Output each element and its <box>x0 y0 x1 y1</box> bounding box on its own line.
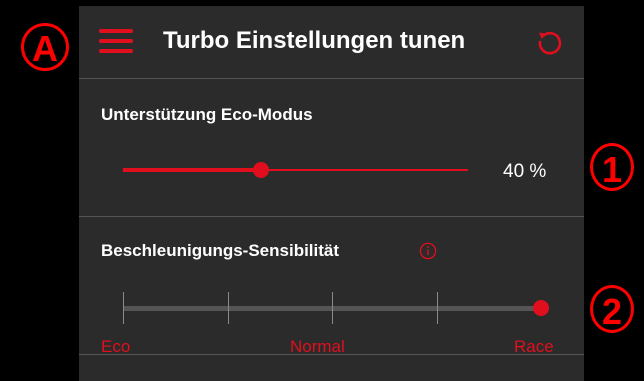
acceleration-slider-tick <box>332 292 333 324</box>
eco-assist-slider-fill <box>123 168 261 172</box>
annotation-1: 1 <box>590 143 634 191</box>
eco-assist-value: 40 % <box>503 161 547 182</box>
top-app-bar: Turbo Einstellungen tunen <box>79 6 584 79</box>
acceleration-sensitivity-slider[interactable] <box>123 292 549 324</box>
eco-assist-slider[interactable] <box>123 159 468 181</box>
annotation-a: A <box>21 23 69 71</box>
acceleration-slider-tick <box>436 292 438 324</box>
acceleration-slider-thumb[interactable] <box>533 300 549 316</box>
mode-label-normal: Normal <box>290 337 345 356</box>
hamburger-menu-icon[interactable] <box>99 29 133 53</box>
acceleration-sensitivity-section: Beschleunigungs-Sensibilität Eco Normal … <box>79 217 584 356</box>
acceleration-slider-tick <box>227 292 229 324</box>
annotation-2: 2 <box>590 285 634 333</box>
eco-assist-slider-thumb[interactable] <box>253 162 269 178</box>
acceleration-sensitivity-label: Beschleunigungs-Sensibilität <box>101 241 340 260</box>
info-icon[interactable] <box>419 242 437 260</box>
eco-assist-section: Unterstützung Eco-Modus 40 % <box>79 79 584 217</box>
page-title: Turbo Einstellungen tunen <box>163 27 466 54</box>
mode-label-race: Race <box>514 337 554 356</box>
eco-assist-label: Unterstützung Eco-Modus <box>101 105 313 124</box>
reset-icon[interactable] <box>534 26 566 58</box>
acceleration-slider-tick <box>123 292 124 324</box>
settings-panel: Turbo Einstellungen tunen Unterstützung … <box>79 6 584 381</box>
mode-label-eco: Eco <box>101 337 131 356</box>
